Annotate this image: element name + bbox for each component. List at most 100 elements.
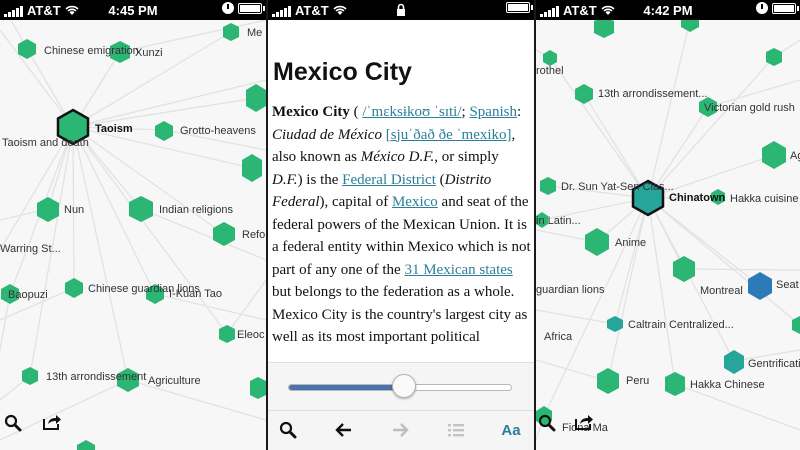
status-bar: AT&T [268,0,534,20]
node-label: Montreal [700,285,743,297]
graph-node [681,20,699,32]
graph-node [748,272,772,300]
article-text: ) is the [297,171,343,188]
node-label: Hakka Chinese [690,379,765,391]
battery-icon [772,2,799,14]
graph-node [585,228,609,256]
node-label: Indian religions [159,204,233,216]
node-label: Chinese emigration [44,45,139,57]
node-label: Grotto-heavens [180,125,256,137]
text-size-button[interactable]: Aa [499,419,523,441]
graph-node [607,316,623,332]
node-label: Nun [64,204,84,216]
graph-node [65,278,83,298]
right-screen-graph: AT&T 4:42 PM rothel 13th arrondissement.… [536,0,800,450]
graph-node [213,222,235,246]
node-label: Dr. Sun Yat-Sen Clas... [561,181,674,193]
left-screen-graph: AT&T 4:45 PM Chinese emigration Xunzi Me… [0,0,266,450]
node-label: Me [247,27,262,39]
node-label: Seat [776,279,799,291]
graph-node [762,141,786,169]
search-icon[interactable] [538,414,556,432]
node-label: Agriculture [148,375,201,387]
graph-node [246,84,266,112]
graph-node [18,39,36,59]
article-title: Mexico City [273,58,412,86]
status-bar: AT&T 4:45 PM [0,0,266,20]
federal-district-link[interactable]: Federal District [342,172,436,188]
graph-node [543,50,557,66]
topic-graph[interactable]: Chinese emigration Xunzi Me Taoism Grott… [0,20,266,450]
node-label: Refo [242,229,265,241]
article-content[interactable]: Mexico City Mexico City ( /ˈmɛksɨkoʊ ˈsɪ… [268,20,534,362]
article-body: Mexico City ( /ˈmɛksɨkoʊ ˈsɪti/; Spanish… [272,104,531,345]
status-bar: AT&T 4:42 PM [536,0,800,20]
search-icon[interactable] [4,414,22,432]
node-label: rothel [536,65,564,77]
graph-node [242,154,262,182]
share-icon[interactable] [42,413,62,431]
topic-graph[interactable]: rothel 13th arrondissement... Victorian … [536,20,800,450]
node-label: Gentrificati [748,358,800,370]
article-text: but belongs to the federation as a whole… [272,284,528,345]
spanish-name: Ciudad de México [272,126,382,143]
article-text: ), capital of [319,194,392,210]
graph-node [724,350,744,374]
graph-node [219,325,235,343]
node-label: Victorian gold rush [704,102,795,114]
node-label: Caltrain Centralized... [628,319,734,331]
graph-node [665,372,685,396]
graph-node [223,23,239,41]
ipa-spanish-link[interactable]: [sjuˈðað ðe ˈmexiko] [386,127,512,143]
graph-node [37,197,59,222]
node-label: Xunzi [135,47,163,59]
battery-icon [238,2,265,14]
node-label-center: Taoism [95,123,133,135]
slider-fill [289,385,405,390]
slider-thumb[interactable] [392,374,417,398]
node-label: Warring St... [0,243,61,255]
graph-node [155,121,173,141]
spanish-link[interactable]: Spanish [469,104,517,120]
forward-button[interactable] [388,419,412,441]
arrow-left-icon [335,423,351,437]
graph-node [594,20,614,38]
graph-node [129,196,153,222]
bottom-toolbar: Aa [268,410,534,450]
graph-node [540,177,556,195]
graph-node [597,368,619,394]
node-label: Hakka cuisine [730,193,798,205]
mexican-states-link[interactable]: 31 Mexican states [404,262,512,278]
mexico-link[interactable]: Mexico [392,194,438,210]
rotation-lock-icon [756,2,768,14]
rotation-lock-icon [222,2,234,14]
search-button[interactable] [276,419,300,441]
node-label: Peru [626,375,649,387]
node-label: 13th arrondissement [46,371,146,383]
node-label-center: Chinatown [669,192,725,204]
graph-node [250,377,266,399]
share-icon[interactable] [574,413,594,431]
graph-node [673,256,695,282]
graph-node [575,84,593,104]
list-icon [448,424,464,437]
back-button[interactable] [332,419,356,441]
node-label: Africa [544,331,573,343]
aka-short: D.F. [272,171,298,188]
article-lead-bold: Mexico City [272,104,350,120]
node-label: I-Kuan Tao [169,288,222,300]
ipa-english-link[interactable]: /ˈmɛksɨkoʊ ˈsɪti/ [362,104,461,120]
article-text: , or simply [434,149,499,165]
node-label: in Latin... [536,215,581,227]
search-icon [279,421,297,439]
node-label: 13th arrondissement... [598,88,707,100]
node-label: Anime [615,237,646,249]
node-label: Baopuzi [8,289,48,301]
node-label: guardian lions [536,284,605,296]
node-label: Ag [790,150,800,162]
contents-button[interactable] [444,419,468,441]
middle-screen-article: AT&T Mexico City Mexico City ( /ˈmɛksɨko… [268,0,534,450]
node-label: Taoism and death [2,137,89,149]
graph-node [77,440,95,450]
aka-name: México D.F. [360,149,435,165]
